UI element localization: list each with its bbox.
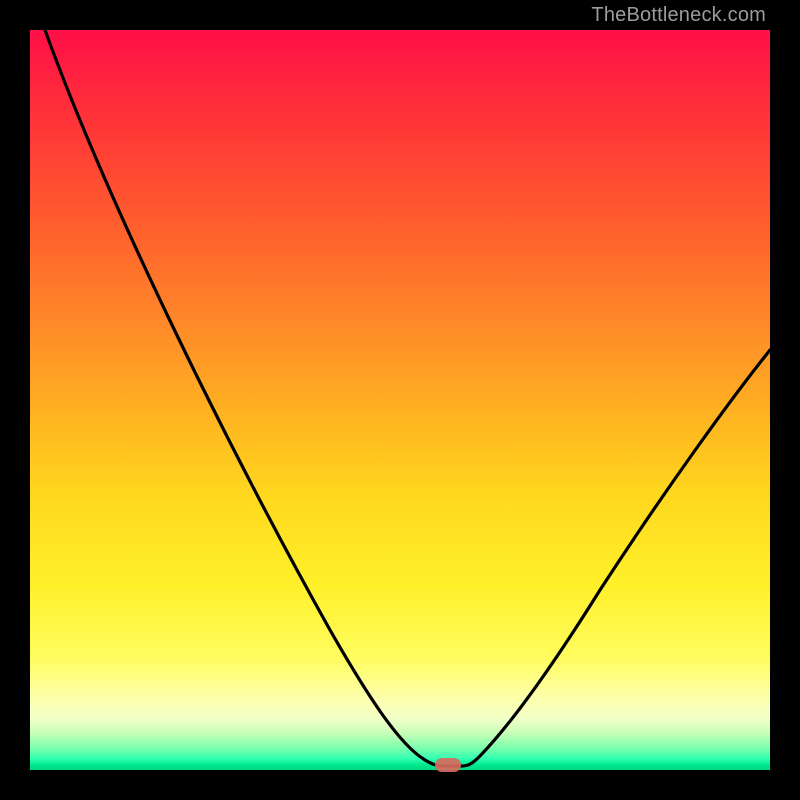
chart-frame: TheBottleneck.com: [0, 0, 800, 800]
plot-area: [30, 30, 770, 770]
watermark-text: TheBottleneck.com: [591, 4, 766, 27]
bottleneck-curve: [30, 30, 770, 770]
curve-path: [45, 30, 770, 766]
optimum-marker: [435, 758, 461, 772]
